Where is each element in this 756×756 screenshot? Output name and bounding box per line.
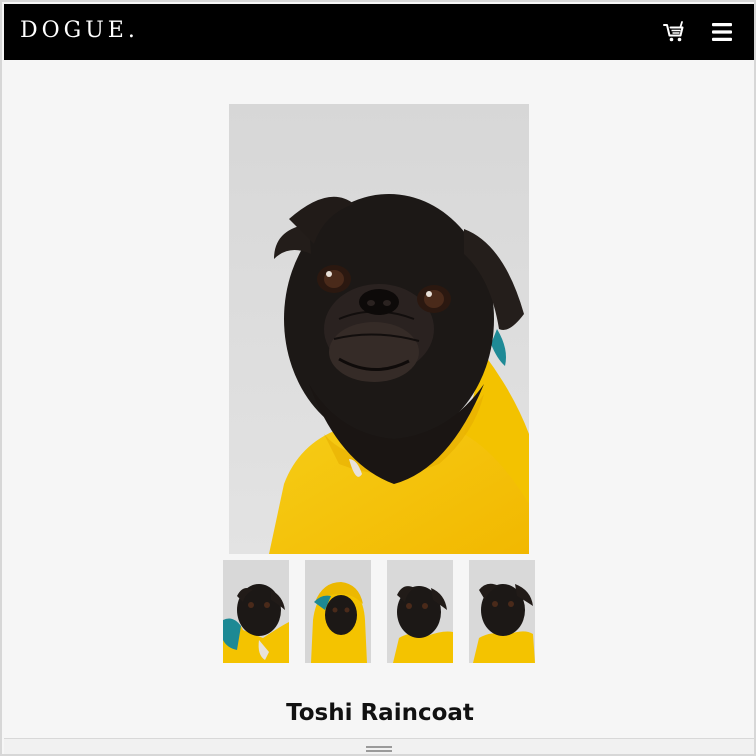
thumbnail-image xyxy=(223,560,289,663)
site-header: DOGUE. xyxy=(4,4,754,60)
thumbnail-image xyxy=(469,560,535,663)
browser-viewport: DOGUE. Toshi Raincoat xyxy=(0,0,756,756)
thumbnail-1[interactable] xyxy=(223,560,289,663)
product-main-image xyxy=(229,104,529,554)
thumbnail-image xyxy=(387,560,453,663)
drag-handle-icon[interactable] xyxy=(366,746,392,752)
cart-icon-glyph xyxy=(663,21,684,42)
pug-photo xyxy=(229,104,529,554)
site-logo[interactable]: DOGUE. xyxy=(20,20,139,42)
menu-icon[interactable] xyxy=(710,20,734,44)
thumbnail-2[interactable] xyxy=(305,560,371,663)
thumbnail-strip xyxy=(223,560,535,663)
product-title: Toshi Raincoat xyxy=(286,700,474,726)
thumbnail-4[interactable] xyxy=(469,560,535,663)
hamburger-icon-glyph xyxy=(712,23,732,41)
thumbnail-3[interactable] xyxy=(387,560,453,663)
cart-icon[interactable] xyxy=(662,20,686,44)
thumbnail-image xyxy=(305,560,371,663)
